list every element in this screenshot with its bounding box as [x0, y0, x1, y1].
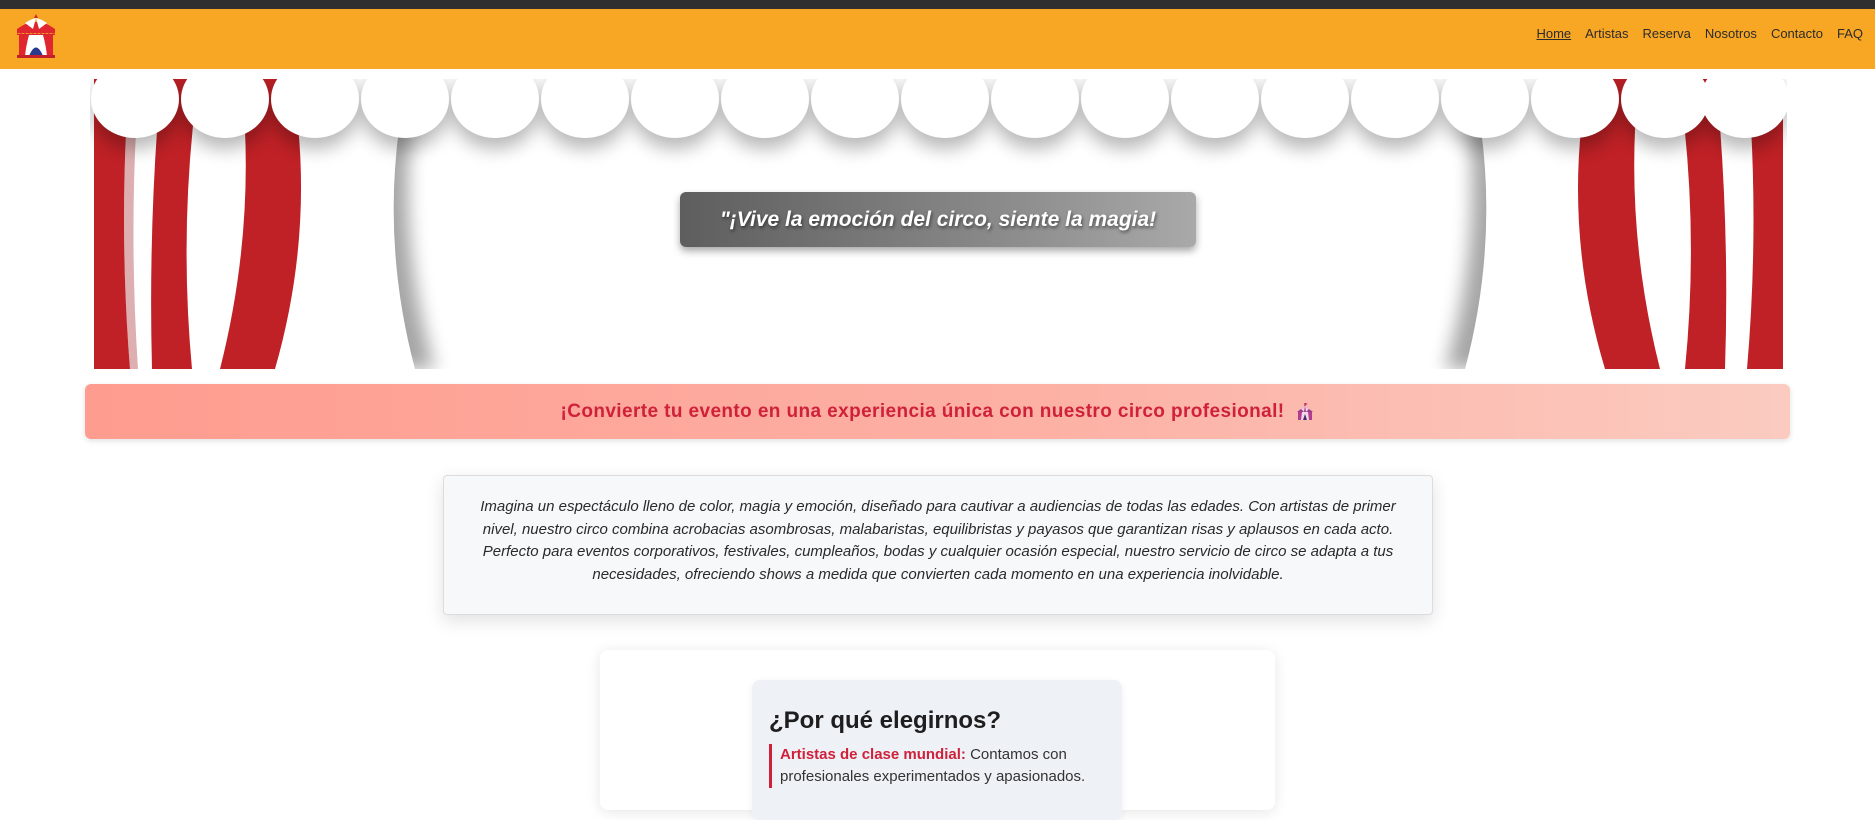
nav-links: Home Artistas Reserva Nosotros Contacto …	[1536, 26, 1863, 41]
hero-quote-box: "¡Vive la emoción del circo, siente la m…	[680, 192, 1196, 247]
browser-top-strip	[0, 0, 1875, 9]
nav-link-home[interactable]: Home	[1536, 26, 1571, 41]
navbar: Home Artistas Reserva Nosotros Contacto …	[0, 9, 1875, 69]
description-box: Imagina un espectáculo lleno de color, m…	[443, 475, 1433, 615]
why-us-item: Artistas de clase mundial: Contamos con …	[769, 744, 1089, 788]
promo-text: ¡Convierte tu evento en una experiencia …	[560, 400, 1285, 422]
why-us-title: ¿Por qué elegirnos?	[769, 707, 1002, 734]
nav-link-reserva[interactable]: Reserva	[1642, 26, 1690, 41]
nav-link-nosotros[interactable]: Nosotros	[1705, 26, 1757, 41]
why-us-item-label: Artistas de clase mundial:	[780, 746, 966, 763]
promo-banner: ¡Convierte tu evento en una experiencia …	[85, 384, 1790, 439]
circus-tent-icon	[1296, 402, 1313, 420]
circus-tent-logo-icon[interactable]	[11, 11, 61, 61]
nav-link-faq[interactable]: FAQ	[1837, 26, 1863, 41]
nav-link-artistas[interactable]: Artistas	[1585, 26, 1628, 41]
hero-quote-text: "¡Vive la emoción del circo, siente la m…	[719, 207, 1157, 231]
nav-link-contacto[interactable]: Contacto	[1771, 26, 1823, 41]
description-text: Imagina un espectáculo lleno de color, m…	[480, 498, 1396, 583]
